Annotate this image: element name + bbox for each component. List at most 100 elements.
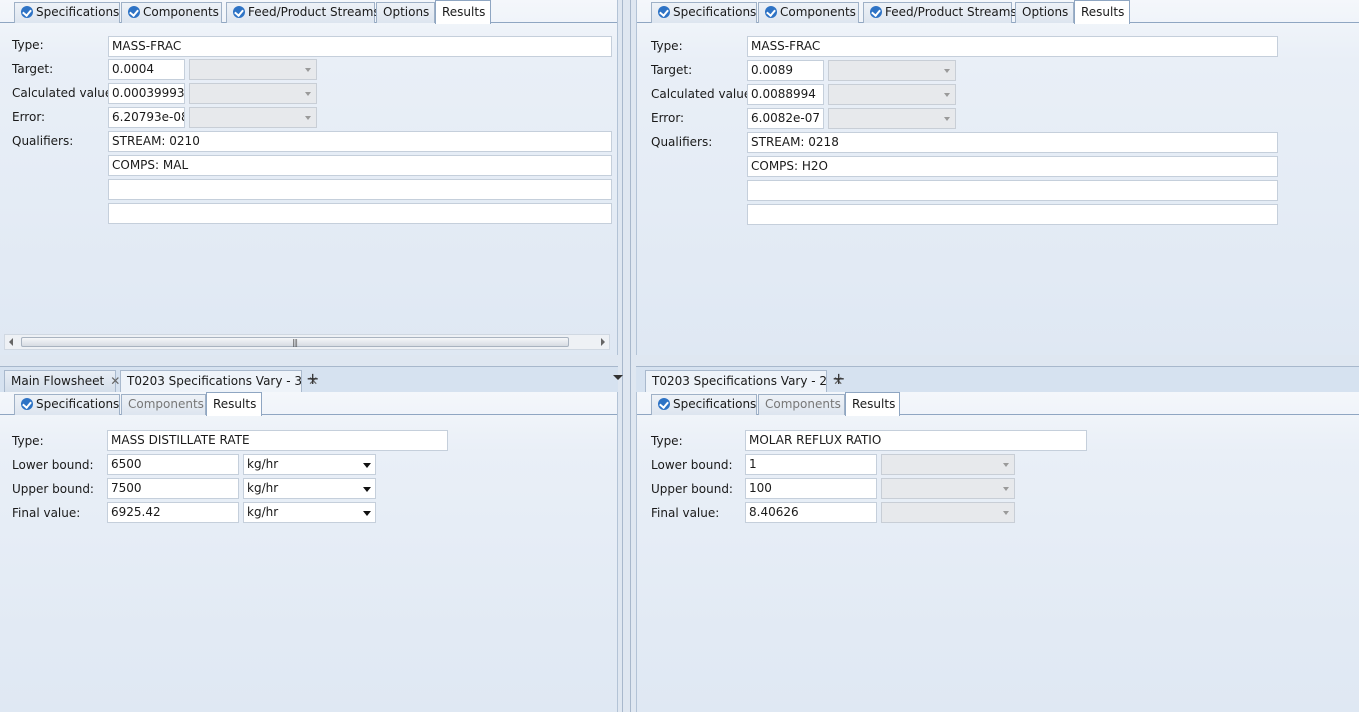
qualifier-field[interactable] — [108, 203, 612, 224]
type-label: Type: — [12, 434, 44, 448]
tab-options[interactable]: Options — [376, 2, 435, 23]
qualifier-field[interactable]: COMPS: MAL — [108, 155, 612, 176]
final-value-field[interactable]: 6925.42 — [107, 502, 239, 523]
final-value-field[interactable]: 8.40626 — [745, 502, 877, 523]
type-label: Type: — [12, 38, 44, 52]
vary-pane-bottom-left: Specifications Components Results Type: … — [0, 392, 618, 712]
final-value-label: Final value: — [651, 506, 720, 520]
target-unit-select — [828, 60, 956, 81]
error-label: Error: — [651, 111, 685, 125]
upper-bound-field[interactable]: 100 — [745, 478, 877, 499]
tab-results[interactable]: Results — [1074, 0, 1130, 24]
type-field[interactable]: MASS-FRAC — [108, 36, 612, 57]
form-tabstrip: Specifications Components Feed/Product S… — [0, 0, 617, 24]
tab-specifications[interactable]: Specifications — [14, 2, 120, 23]
qualifier-field[interactable] — [747, 204, 1278, 225]
document-tabbar-right: T0203 Specifications Vary - 2 ✕ + — [636, 367, 1359, 392]
type-label: Type: — [651, 39, 683, 53]
target-field[interactable]: 0.0004 — [108, 59, 185, 80]
tab-components[interactable]: Components — [758, 394, 845, 415]
scroll-right-icon[interactable] — [601, 338, 605, 346]
qualifier-field[interactable]: STREAM: 0210 — [108, 131, 612, 152]
upper-bound-unit-select — [881, 478, 1015, 499]
tab-components[interactable]: Components — [121, 2, 222, 23]
checkmark-circle-icon — [233, 6, 245, 18]
lower-bound-field[interactable]: 6500 — [107, 454, 239, 475]
spec-pane-top-left: Specifications Components Feed/Product S… — [0, 0, 618, 355]
lower-bound-unit-select[interactable]: kg/hr — [243, 454, 376, 475]
final-value-unit-select[interactable]: kg/hr — [243, 502, 376, 523]
calculated-value-label: Calculated value: — [12, 86, 117, 100]
qualifiers-label: Qualifiers: — [12, 134, 74, 148]
qualifier-field[interactable] — [747, 180, 1278, 201]
tab-specifications[interactable]: Specifications — [651, 394, 757, 415]
error-field[interactable]: 6.0082e-07 — [747, 108, 824, 129]
form-tabstrip: Specifications Components Results — [637, 392, 1359, 416]
form-tabstrip: Specifications Components Results — [0, 392, 617, 416]
tab-specifications[interactable]: Specifications — [14, 394, 120, 415]
scrollbar-thumb[interactable]: ||| — [21, 337, 569, 347]
calculated-value-label: Calculated value: — [651, 87, 756, 101]
qualifier-field[interactable]: COMPS: H2O — [747, 156, 1278, 177]
tab-results[interactable]: Results — [206, 392, 262, 416]
calculated-value-field[interactable]: 0.000399938 — [108, 83, 185, 104]
tab-results[interactable]: Results — [435, 0, 491, 24]
target-label: Target: — [651, 63, 693, 77]
checkmark-circle-icon — [21, 398, 33, 410]
type-label: Type: — [651, 434, 683, 448]
final-value-label: Final value: — [12, 506, 81, 520]
lower-bound-label: Lower bound: — [12, 458, 94, 472]
checkmark-circle-icon — [765, 6, 777, 18]
qualifiers-label: Qualifiers: — [651, 135, 713, 149]
vary-pane-bottom-right: Specifications Components Results Type: … — [636, 392, 1359, 712]
form-tabstrip: Specifications Components Feed/Product S… — [637, 0, 1359, 24]
checkmark-circle-icon — [870, 6, 882, 18]
horizontal-scrollbar[interactable]: ||| — [4, 334, 610, 350]
tab-feed-product-streams[interactable]: Feed/Product Streams — [226, 2, 380, 23]
plus-icon[interactable]: + — [832, 371, 845, 387]
checkmark-circle-icon — [658, 398, 670, 410]
chevron-down-icon — [363, 511, 371, 516]
chevron-down-icon — [944, 93, 950, 97]
tab-feed-product-streams[interactable]: Feed/Product Streams — [863, 2, 1017, 23]
type-field[interactable]: MASS-FRAC — [747, 36, 1278, 57]
close-icon[interactable]: ✕ — [110, 371, 120, 391]
target-label: Target: — [12, 62, 54, 76]
chevron-down-icon[interactable] — [613, 375, 623, 380]
lower-bound-label: Lower bound: — [651, 458, 733, 472]
lower-bound-field[interactable]: 1 — [745, 454, 877, 475]
vertical-splitter[interactable] — [618, 0, 636, 712]
chevron-down-icon — [305, 92, 311, 96]
tab-components[interactable]: Components — [758, 2, 859, 23]
checkmark-circle-icon — [21, 6, 33, 18]
tab-components[interactable]: Components — [121, 394, 206, 415]
error-field[interactable]: 6.20793e-08 — [108, 107, 185, 128]
final-value-unit-select — [881, 502, 1015, 523]
target-field[interactable]: 0.0089 — [747, 60, 824, 81]
type-field[interactable]: MOLAR REFLUX RATIO — [745, 430, 1087, 451]
type-field[interactable]: MASS DISTILLATE RATE — [107, 430, 448, 451]
chevron-down-icon — [305, 116, 311, 120]
tab-options[interactable]: Options — [1015, 2, 1074, 23]
upper-bound-unit-select[interactable]: kg/hr — [243, 478, 376, 499]
doc-tab-t0203-vary-3[interactable]: T0203 Specifications Vary - 3 ✕ — [120, 370, 318, 392]
doc-tab-t0203-vary-2[interactable]: T0203 Specifications Vary - 2 ✕ — [645, 370, 843, 392]
chevron-down-icon — [1003, 511, 1009, 515]
horizontal-splitter[interactable] — [0, 355, 1359, 367]
chevron-down-icon — [363, 487, 371, 492]
scroll-left-icon[interactable] — [9, 338, 13, 346]
calculated-value-field[interactable]: 0.0088994 — [747, 84, 824, 105]
chevron-down-icon — [1003, 463, 1009, 467]
calculated-unit-select — [828, 84, 956, 105]
upper-bound-label: Upper bound: — [12, 482, 94, 496]
chevron-down-icon — [944, 69, 950, 73]
doc-tab-main-flowsheet[interactable]: Main Flowsheet ✕ — [4, 370, 120, 392]
qualifier-field[interactable]: STREAM: 0218 — [747, 132, 1278, 153]
plus-icon[interactable]: + — [306, 371, 319, 387]
qualifier-field[interactable] — [108, 179, 612, 200]
chevron-down-icon — [1003, 487, 1009, 491]
tab-results[interactable]: Results — [845, 392, 900, 416]
upper-bound-field[interactable]: 7500 — [107, 478, 239, 499]
tab-specifications[interactable]: Specifications — [651, 2, 757, 23]
spec-pane-top-right: Specifications Components Feed/Product S… — [636, 0, 1359, 355]
